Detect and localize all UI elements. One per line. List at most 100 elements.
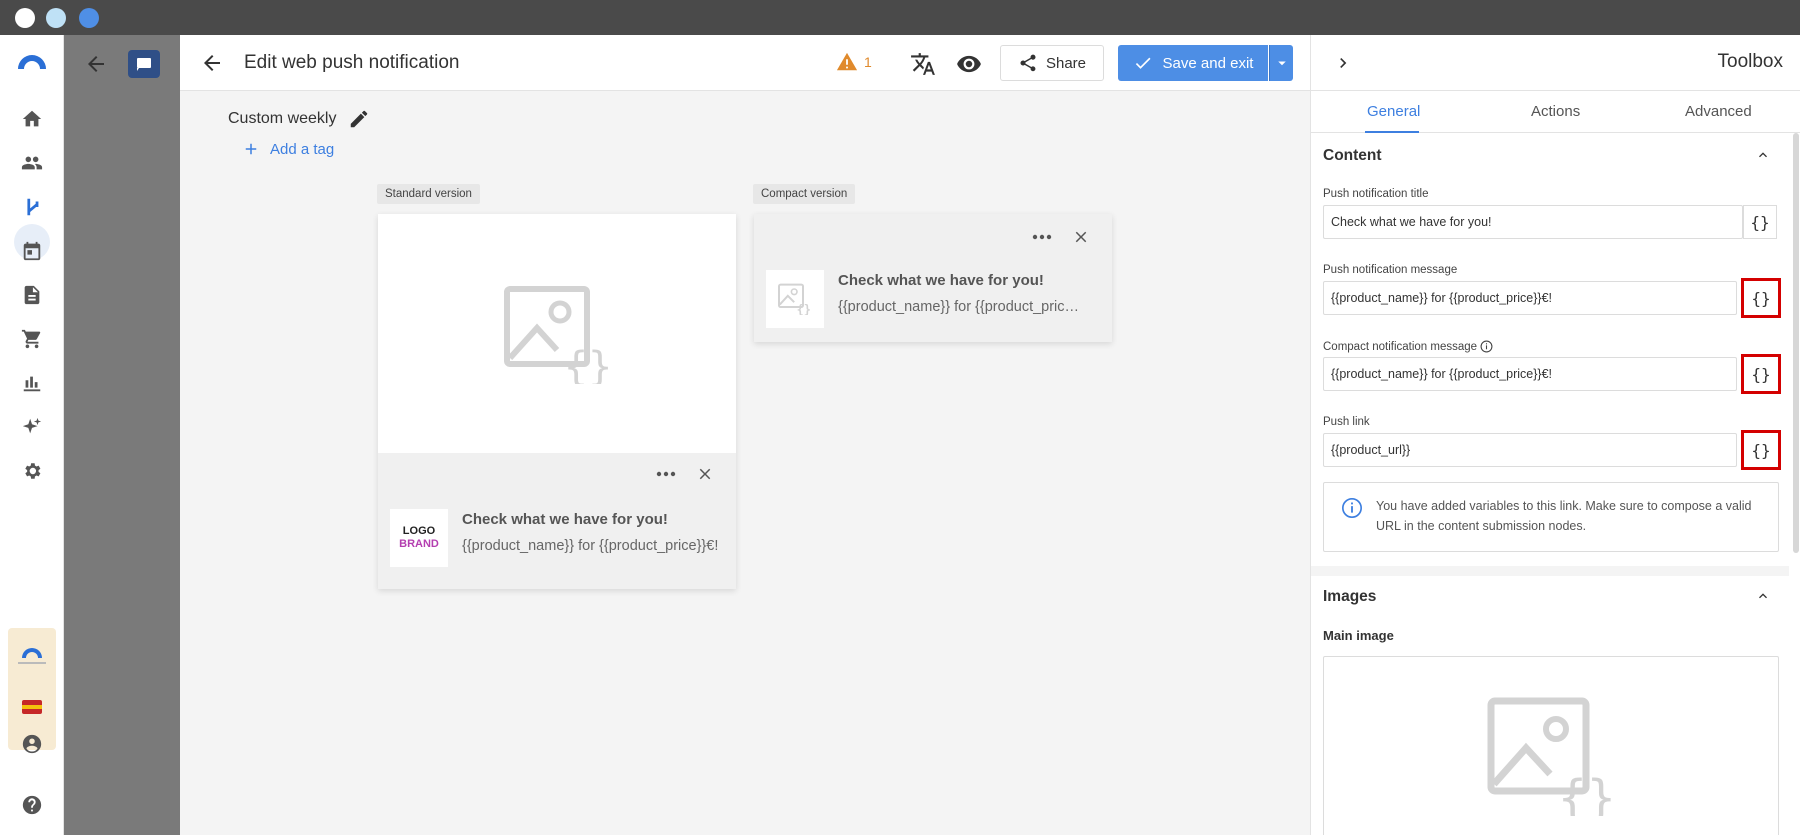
compact-version-label: Compact version xyxy=(753,184,856,204)
toolbox-scrollbar[interactable] xyxy=(1793,133,1799,553)
svg-text:{}: {} xyxy=(564,344,612,384)
push-title-label: Push notification title xyxy=(1323,188,1428,200)
link-variables-info-text: You have added variables to this link. M… xyxy=(1376,499,1752,533)
image-variable-placeholder-icon: {} xyxy=(504,285,612,384)
brand-logo-line2: BRAND xyxy=(399,538,439,550)
window-maximize-dot[interactable] xyxy=(79,8,99,28)
insert-variable-button-message[interactable]: {} xyxy=(1741,278,1781,318)
chevron-up-icon[interactable] xyxy=(1755,147,1771,163)
standard-notification-message: {{product_name}} for {{product_price}}€! xyxy=(462,538,719,554)
document-icon[interactable] xyxy=(20,283,44,307)
toolbox-body: Content Push notification title Check wh… xyxy=(1311,133,1789,835)
add-tag-link[interactable]: Add a tag xyxy=(242,140,334,158)
push-link-input[interactable]: {{product_url}} xyxy=(1323,433,1737,467)
notification-editor: Edit web push notification 1 Share Save … xyxy=(180,35,1310,835)
save-label: Save and exit xyxy=(1162,54,1254,72)
app-logo-icon[interactable] xyxy=(15,49,49,73)
chevron-down-icon xyxy=(1277,61,1286,66)
more-options-icon[interactable] xyxy=(1032,234,1052,240)
tab-actions[interactable]: Actions xyxy=(1531,103,1580,120)
compact-message-input[interactable]: {{product_name}} for {{product_price}}€! xyxy=(1323,357,1737,391)
compact-message-label-text: Compact notification message xyxy=(1323,340,1478,353)
window-close-dot[interactable] xyxy=(15,8,35,28)
share-icon xyxy=(1020,54,1036,72)
brand-logo: LOGO BRAND xyxy=(390,509,448,567)
back-arrow-icon[interactable] xyxy=(200,51,224,75)
images-section-title: Images xyxy=(1323,588,1377,605)
home-icon[interactable] xyxy=(20,107,44,131)
svg-text:{}: {} xyxy=(797,302,811,315)
image-variable-placeholder-icon: {} xyxy=(778,283,811,315)
close-icon[interactable] xyxy=(696,465,714,483)
insert-variable-button-title[interactable]: {} xyxy=(1743,205,1777,239)
push-link-label: Push link xyxy=(1323,416,1370,428)
collapse-chevron-right-icon[interactable] xyxy=(1333,53,1353,73)
translate-icon[interactable] xyxy=(910,51,936,77)
image-variable-placeholder-icon: {} xyxy=(1487,697,1616,816)
window-minimize-dot[interactable] xyxy=(46,8,66,28)
push-title-label-text: Push notification title xyxy=(1323,188,1429,200)
push-message-label-text: Push notification message xyxy=(1323,264,1458,276)
toolbox-tabs: General Actions Advanced xyxy=(1311,91,1800,133)
compact-notification-message: {{product_name}} for {{product_pric… xyxy=(838,299,1080,315)
tab-general[interactable]: General xyxy=(1367,103,1420,120)
editor-title: Edit web push notification xyxy=(244,52,460,73)
info-icon xyxy=(1342,498,1362,518)
dimmed-background xyxy=(64,35,180,835)
compact-message-label: Compact notification message xyxy=(1323,340,1493,353)
standard-notification-title: Check what we have for you! xyxy=(462,511,668,528)
info-circle-icon[interactable] xyxy=(1480,340,1493,353)
content-section-title: Content xyxy=(1323,147,1382,164)
left-navigation xyxy=(0,35,64,835)
content-section: Content Push notification title Check wh… xyxy=(1311,133,1789,566)
compact-preview-card: {} Check what we have for you! {{product… xyxy=(754,214,1112,342)
ai-sparkle-icon[interactable] xyxy=(20,415,44,439)
insert-variable-button-link[interactable]: {} xyxy=(1741,430,1781,470)
push-title-input[interactable]: Check what we have for you! xyxy=(1323,205,1743,239)
save-options-dropdown[interactable] xyxy=(1269,45,1293,81)
push-link-label-text: Push link xyxy=(1323,416,1370,428)
main-image-dropzone[interactable]: {} xyxy=(1323,656,1779,835)
standard-notification-body: LOGO BRAND Check what we have for you! {… xyxy=(378,453,736,589)
background-chat-badge-icon xyxy=(128,50,160,78)
svg-text:{}: {} xyxy=(1558,770,1616,816)
cart-icon[interactable] xyxy=(20,327,44,351)
plus-icon xyxy=(245,143,257,155)
share-label: Share xyxy=(1045,54,1087,72)
main-image-placeholder: {} xyxy=(378,214,736,453)
compact-notification-title: Check what we have for you! xyxy=(838,272,1044,289)
tab-advanced[interactable]: Advanced xyxy=(1685,103,1752,120)
preview-eye-icon[interactable] xyxy=(956,51,982,77)
analytics-icon[interactable] xyxy=(20,371,44,395)
save-and-exit-button[interactable]: Save and exit xyxy=(1118,45,1268,81)
user-account-icon[interactable] xyxy=(20,732,44,756)
insert-variable-button-compact[interactable]: {} xyxy=(1741,354,1781,394)
standard-version-label: Standard version xyxy=(377,184,480,204)
automation-flow-icon[interactable] xyxy=(20,195,44,219)
brand-logo-line1: LOGO xyxy=(402,525,436,537)
warnings-indicator[interactable]: 1 xyxy=(836,51,872,73)
main-image-label: Main image xyxy=(1323,628,1394,643)
checkmark-icon xyxy=(1135,57,1151,69)
edit-pencil-icon[interactable] xyxy=(348,108,370,130)
calendar-icon[interactable] xyxy=(20,239,44,263)
compact-image-placeholder: {} xyxy=(766,270,824,328)
warning-count: 1 xyxy=(864,54,872,70)
chevron-up-icon[interactable] xyxy=(1755,588,1771,604)
background-back-arrow-icon xyxy=(88,56,104,72)
help-icon[interactable] xyxy=(20,793,44,817)
toolbox-panel: Toolbox General Actions Advanced Content… xyxy=(1310,35,1800,835)
close-icon[interactable] xyxy=(1072,228,1090,246)
share-button[interactable]: Share xyxy=(1000,45,1104,81)
window-title-bar xyxy=(0,0,1800,35)
campaign-name-row: Custom weekly xyxy=(228,108,370,130)
toolbox-title: Toolbox xyxy=(1717,51,1784,72)
contacts-icon[interactable] xyxy=(20,151,44,175)
standard-preview-card: {} LOGO BRAND Check what we have for you… xyxy=(378,214,736,589)
add-tag-label: Add a tag xyxy=(270,140,335,158)
push-message-input[interactable]: {{product_name}} for {{product_price}}€! xyxy=(1323,281,1737,315)
push-message-label: Push notification message xyxy=(1323,264,1457,276)
settings-gear-icon[interactable] xyxy=(20,459,44,483)
toolbox-header: Toolbox xyxy=(1311,35,1800,91)
more-options-icon[interactable] xyxy=(656,471,676,477)
